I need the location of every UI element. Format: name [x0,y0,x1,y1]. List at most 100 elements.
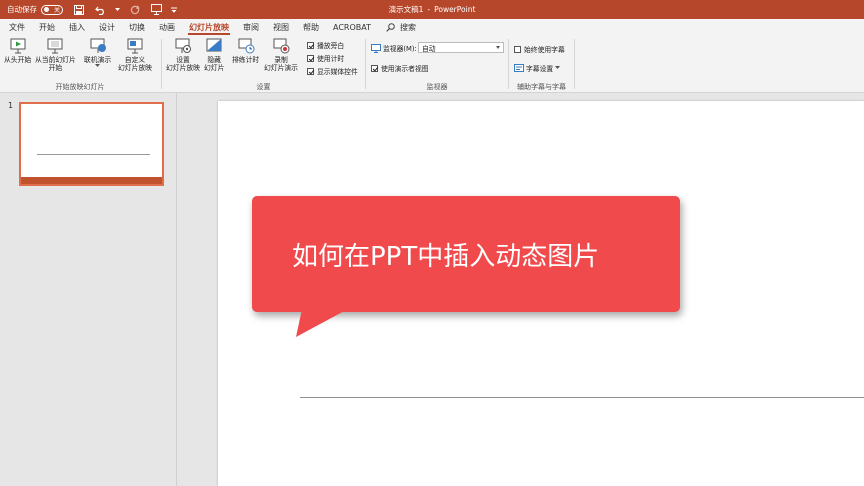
callout-shape[interactable]: 如何在PPT中插入动态图片 [252,196,680,312]
slide-canvas[interactable]: 如何在PPT中插入动态图片 [218,101,864,486]
customize-qat-icon[interactable] [171,4,177,16]
toggle-knob-icon [44,7,49,12]
hide-slide-icon [206,38,222,52]
rehearse-timings-label: 排练计时 [232,56,260,64]
tab-review[interactable]: 审阅 [236,19,266,36]
from-current-slide-button[interactable]: 从当前幻灯片 开始 [35,38,76,72]
tab-insert[interactable]: 插入 [62,19,92,36]
group-captions: 始终使用字幕 字幕设置 辅助字幕与字幕 [509,36,574,93]
presenter-view-label: 使用演示者视图 [381,65,429,73]
autosave[interactable]: 自动保存 关 [7,4,63,15]
quick-access-toolbar [73,4,177,16]
subtitle-settings-icon [514,63,524,72]
title-separator: - [427,5,431,14]
always-use-subtitles-checkbox[interactable]: 始终使用字幕 [514,44,565,54]
chevron-down-icon [496,46,500,49]
callout-tail [296,309,348,337]
from-beginning-label: 从头开始 [4,56,32,64]
pane-divider[interactable] [176,93,177,486]
thumbnail-line [37,154,150,155]
subtitle-settings-label: 字幕设置 [526,65,554,73]
tab-design[interactable]: 设计 [92,19,122,36]
use-timings-checkbox[interactable]: 使用计时 [307,53,344,63]
record-label-2: 幻灯片演示 [264,64,298,72]
present-online-label: 联机演示 [84,56,112,64]
present-online-button[interactable]: 联机演示 [84,38,111,68]
undo-dropdown-icon[interactable] [115,4,120,16]
custom-show-label-2: 幻灯片放映 [118,64,152,72]
checkbox-checked-icon [307,41,314,49]
tab-transitions[interactable]: 切换 [122,19,152,36]
monitor-select[interactable]: 自动 [418,42,504,53]
tab-help[interactable]: 帮助 [296,19,326,36]
chevron-down-icon [555,66,561,69]
search-box[interactable]: 搜索 [378,19,423,36]
checkbox-checked-icon [307,54,314,62]
monitor-label: 监视器(M): [383,45,417,53]
checkbox-checked-icon [371,64,378,72]
callout-text[interactable]: 如何在PPT中插入动态图片 [292,236,599,273]
slide-thumbnail[interactable] [19,102,164,186]
from-current-label-2: 开始 [48,64,63,72]
redo-icon[interactable] [129,4,141,16]
chevron-down-icon [95,64,101,67]
show-media-controls-label: 显示媒体控件 [317,68,358,76]
group-start-label: 开始放映幻灯片 [55,83,105,91]
show-media-controls-checkbox[interactable]: 显示媒体控件 [307,66,358,76]
tab-home[interactable]: 开始 [32,19,62,36]
hide-slide-label-2: 幻灯片 [204,64,225,72]
monitor-label-row: 监视器(M): [371,43,417,53]
setup-show-button[interactable]: 设置 幻灯片放映 [166,38,200,72]
tab-acrobat[interactable]: ACROBAT [326,19,378,36]
slide-divider-line [300,397,864,398]
custom-show-label-1: 自定义 [124,56,146,64]
tab-file[interactable]: 文件 [2,19,32,36]
group-setup: 设置 幻灯片放映 隐藏 幻灯片 排练计时 录制 幻灯片演示 播放旁白 使用计时 … [162,36,365,93]
record-icon [273,38,290,54]
monitor-icon [371,43,381,53]
from-beginning-button[interactable]: 从头开始 [4,38,31,64]
use-timings-label: 使用计时 [317,55,345,63]
custom-show-icon [127,38,143,54]
record-label-1: 录制 [274,56,288,64]
group-start-slideshow: 从头开始 从当前幻灯片 开始 联机演示 自定义 幻灯片放映 开始放映幻灯片 [0,36,160,93]
subtitle-settings-button[interactable]: 字幕设置 [514,63,561,73]
setup-show-label-2: 幻灯片放映 [166,64,200,72]
from-beginning-icon [10,38,26,54]
custom-show-button[interactable]: 自定义 幻灯片放映 [118,38,152,72]
from-current-slide-icon [47,38,63,54]
save-icon[interactable] [73,4,85,16]
setup-show-icon [175,38,191,53]
document-title: 演示文稿1 [388,5,424,14]
checkbox-unchecked-icon [514,45,521,53]
present-icon[interactable] [150,4,162,16]
hide-slide-label-1: 隐藏 [207,56,221,64]
monitor-select-value: 自动 [422,44,436,53]
rehearse-timings-button[interactable]: 排练计时 [232,38,259,64]
rehearse-timings-icon [238,38,255,54]
search-label: 搜索 [400,23,416,32]
slide-number: 1 [8,101,14,110]
tab-view[interactable]: 视图 [266,19,296,36]
autosave-state: 关 [53,7,60,14]
checkbox-checked-icon [307,67,314,75]
hide-slide-button[interactable]: 隐藏 幻灯片 [204,38,224,72]
always-use-subtitles-label: 始终使用字幕 [524,46,565,54]
present-online-icon [90,38,106,53]
setup-show-label-1: 设置 [176,56,190,64]
record-slideshow-button[interactable]: 录制 幻灯片演示 [264,38,298,72]
play-narrations-checkbox[interactable]: 播放旁白 [307,40,344,50]
group-setup-label: 设置 [256,83,271,91]
tab-slide-show[interactable]: 幻灯片放映 [182,19,236,36]
tab-animations[interactable]: 动画 [152,19,182,36]
title-bar: 自动保存 关 演示文稿1 - PowerPoint [0,0,864,19]
presenter-view-checkbox[interactable]: 使用演示者视图 [371,63,429,73]
ribbon-tabs: 文件 开始 插入 设计 切换 动画 幻灯片放映 审阅 视图 帮助 ACROBAT… [0,19,864,36]
group-captions-label: 辅助字幕与字幕 [517,83,566,91]
undo-icon[interactable] [94,4,106,16]
app-name: PowerPoint [434,5,476,14]
ribbon-divider [574,39,575,89]
autosave-toggle[interactable]: 关 [41,4,63,15]
slides-pane: 1 [0,93,176,486]
ribbon: 从头开始 从当前幻灯片 开始 联机演示 自定义 幻灯片放映 开始放映幻灯片 设置… [0,36,864,93]
